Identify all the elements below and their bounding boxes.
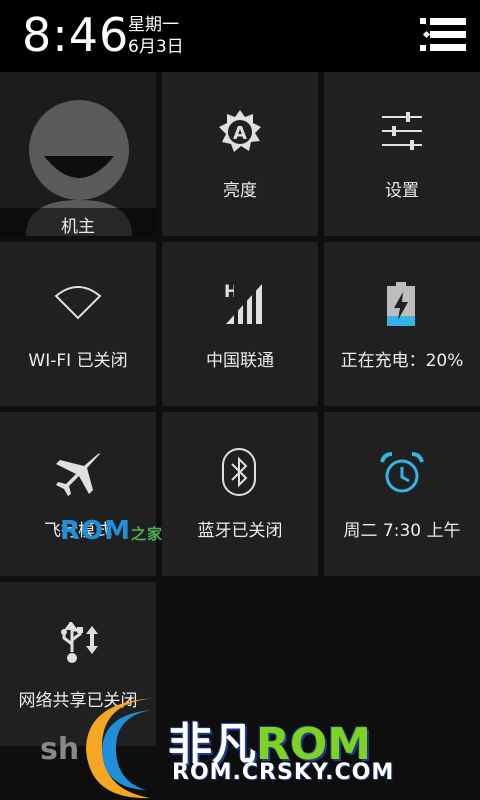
- tile-owner-label: 机主: [61, 217, 95, 237]
- tile-airplane[interactable]: 飞行模式: [0, 412, 156, 576]
- settings-sliders-icon: [382, 112, 422, 150]
- list-menu-button[interactable]: [420, 16, 466, 56]
- usb-icon: [61, 622, 98, 663]
- tile-bluetooth[interactable]: 蓝牙已关闭: [162, 412, 318, 576]
- list-menu-icon: [420, 18, 466, 51]
- tile-brightness[interactable]: A 亮度: [162, 72, 318, 236]
- clock: 8:46: [22, 8, 130, 62]
- tile-bluetooth-label: 蓝牙已关闭: [197, 521, 283, 541]
- alarm-clock-icon: [380, 452, 424, 493]
- svg-text:A: A: [233, 123, 247, 144]
- tile-wifi[interactable]: WI-FI 已关闭: [0, 242, 156, 406]
- brightness-auto-icon: A: [219, 110, 261, 152]
- tile-carrier[interactable]: H 中国联通: [162, 242, 318, 406]
- date: 6月3日: [128, 37, 184, 57]
- tile-alarm-label: 周二 7:30 上午: [343, 521, 461, 541]
- watermark-home-text: 之家: [131, 525, 164, 543]
- tile-battery[interactable]: 正在充电：20%: [324, 242, 480, 406]
- tile-wifi-label: WI-FI 已关闭: [28, 351, 128, 371]
- site-url: ROM.CRSKY.COM: [172, 760, 395, 785]
- status-bar: 8:46 星期一 6月3日: [0, 0, 480, 72]
- tile-settings[interactable]: 设置: [324, 72, 480, 236]
- crescent-logo-icon: [86, 698, 160, 799]
- tile-settings-label: 设置: [385, 181, 419, 201]
- wifi-icon: [54, 286, 102, 320]
- bluetooth-icon: [222, 448, 256, 496]
- sh-watermark: sh: [40, 732, 80, 767]
- battery-charging-icon: [387, 282, 415, 326]
- tile-owner[interactable]: 机主: [0, 72, 156, 237]
- tile-battery-label: 正在充电：20%: [340, 351, 464, 371]
- tile-carrier-label: 中国联通: [206, 351, 274, 371]
- tile-brightness-label: 亮度: [223, 181, 257, 201]
- watermark-rom-text: ROM: [60, 516, 131, 546]
- airplane-icon: [56, 453, 100, 496]
- weekday: 星期一: [128, 15, 179, 35]
- signal-icon: [226, 284, 262, 324]
- rom-home-watermark: ROM之家: [60, 516, 163, 546]
- tile-alarm[interactable]: 周二 7:30 上午: [324, 412, 480, 576]
- date-block: 星期一 6月3日: [128, 14, 184, 58]
